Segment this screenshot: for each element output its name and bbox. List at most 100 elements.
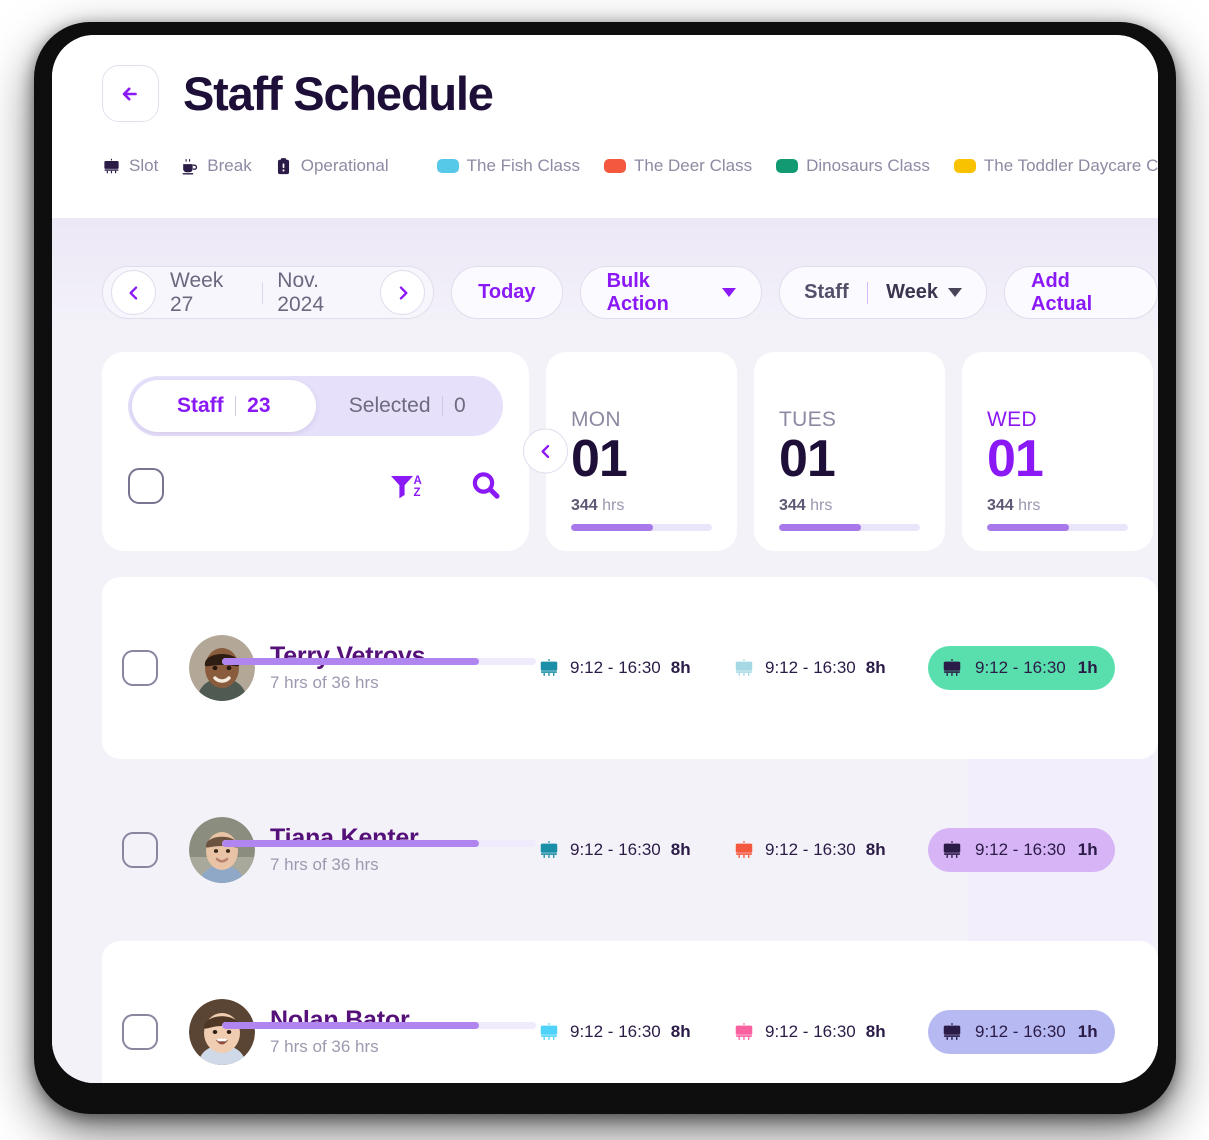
schedule-toolbar: Week 27 Nov. 2024 Today Bulk Action Staf… [52,218,1158,319]
today-button[interactable]: Today [451,266,563,319]
bulk-action-dropdown[interactable]: Bulk Action [579,266,763,319]
table-row[interactable]: Terry Vetrovs 7 hrs of 36 hrs 9:12 - 16:… [102,576,1158,759]
person-progress-bar [222,657,536,665]
legend-item-class-deer[interactable]: The Deer Class [603,156,752,176]
legend-item-class-toddler-daycare[interactable]: The Toddler Daycare Class [953,156,1158,176]
add-actual-button[interactable]: Add Actual [1004,266,1158,319]
shift-time: 9:12 - 16:30 [975,657,1066,677]
shift-duration: 8h [670,839,691,859]
class-color-swatch [953,159,976,173]
chevron-right-icon [399,285,408,300]
shift-cell-wed[interactable]: 9:12 - 16:30 1h [919,941,1115,1083]
shift-chip[interactable]: 9:12 - 16:30 1h [928,827,1115,872]
class-color-swatch [603,159,626,173]
row-shift-cells: 9:12 - 16:30 8h 9:12 - 16:30 8h 9:12 - 1… [529,759,1158,941]
legend-label: The Toddler Daycare Class [983,156,1158,175]
back-button[interactable] [102,65,159,122]
person-hours: 7 hrs of 36 hrs [270,855,379,875]
table-row[interactable]: Tiana Kenter 7 hrs of 36 hrs 9:12 - 16:3… [102,759,1158,941]
easel-icon [735,1022,753,1040]
add-actual-label: Add Actual [1031,269,1093,315]
avatar [189,998,255,1065]
shift-cell-wed[interactable]: 9:12 - 16:30 1h [919,759,1115,941]
clipboard-icon [277,157,289,174]
month-label: Nov. 2024 [277,268,324,316]
legend-item-class-dinosaurs[interactable]: Dinosaurs Class [776,156,930,176]
easel-icon [943,840,961,858]
easel-icon [540,840,558,858]
day-hours-value: 344 [571,496,598,514]
row-checkbox[interactable] [122,1013,158,1050]
filter-az-icon: A Z [391,475,422,499]
tab-selected[interactable]: Selected 0 [316,380,500,432]
day-name: MON [571,408,621,431]
legend-item-operational[interactable]: Operational [274,156,389,176]
shift-duration: 1h [1077,657,1098,677]
person-progress-bar [222,1021,536,1029]
shift-duration: 1h [1077,1021,1098,1041]
day-card-mon[interactable]: MON 01 344 hrs [523,352,737,551]
shift-cell-tues[interactable]: 9:12 - 16:30 8h [724,577,919,759]
shift-chip[interactable]: 9:12 - 16:30 1h [928,1009,1115,1054]
day-name: TUES [779,408,837,431]
bulk-action-label: Bulk Action [606,269,669,315]
day-name: WED [987,408,1037,431]
filter-sort-button[interactable]: A Z [389,471,427,501]
person-name: Terry Vetrovs [270,641,426,670]
day-hours: 344 hrs [779,497,920,515]
row-checkbox[interactable] [122,831,158,868]
shift-duration: 1h [1077,839,1098,859]
view-selector[interactable]: Staff Week [779,266,988,319]
shift-cell-tues[interactable]: 9:12 - 16:30 8h [724,941,919,1083]
legend-item-class-fish[interactable]: The Fish Class [436,156,580,176]
class-color-swatch [776,159,799,173]
shift-chip[interactable]: 9:12 - 16:30 8h [733,828,886,872]
tab-staff[interactable]: Staff 23 [132,380,316,432]
shift-cell-mon[interactable]: 9:12 - 16:30 8h [529,577,724,759]
svg-text:A: A [414,475,422,487]
avatar-image [189,998,255,1065]
shift-chip[interactable]: 9:12 - 16:30 1h [928,645,1115,690]
title-row: Staff Schedule [52,65,1158,122]
search-button[interactable] [469,469,503,503]
legend-label: Operational [300,156,389,175]
avatar [189,816,255,883]
select-all-checkbox[interactable] [128,468,164,504]
staff-selected-tabs: Staff 23 Selected 0 [128,376,503,436]
shift-cell-tues[interactable]: 9:12 - 16:30 8h [724,759,919,941]
staff-tools: A Z [128,462,503,510]
legend-item-slot[interactable]: Slot [102,156,158,176]
shift-cell-wed[interactable]: 9:12 - 16:30 1h [919,577,1115,759]
shift-chip[interactable]: 9:12 - 16:30 8h [538,646,691,690]
legend-label: The Fish Class [466,156,580,175]
prev-week-button[interactable] [111,270,156,315]
tab-count: 0 [454,394,466,417]
avatar-image [189,634,255,701]
legend-item-break[interactable]: Break [180,156,252,176]
shift-time: 9:12 - 16:30 [975,839,1066,859]
chevron-down-icon [948,288,963,297]
next-week-button[interactable] [380,270,426,315]
day-progress-bar [779,523,920,531]
shift-chip[interactable]: 9:12 - 16:30 8h [733,1010,886,1054]
day-number: 01 [779,430,836,488]
search-icon [472,472,500,499]
shift-chip[interactable]: 9:12 - 16:30 8h [733,646,886,690]
row-checkbox[interactable] [122,649,158,686]
shift-time: 9:12 - 16:30 [570,1021,661,1041]
day-card-wed[interactable]: WED 01 344 hrs [962,352,1153,551]
shift-time: 9:12 - 16:30 [570,839,661,859]
shift-cell-mon[interactable]: 9:12 - 16:30 8h [529,941,724,1083]
table-row[interactable]: Nolan Bator 7 hrs of 36 hrs 9:12 - 16:30… [102,940,1158,1083]
day-card-tues[interactable]: TUES 01 344 hrs [754,352,945,551]
divider [441,396,444,416]
shift-duration: 8h [865,839,886,859]
prev-day-button[interactable] [523,428,568,474]
day-hours-unit: hrs [810,496,833,514]
shift-cell-mon[interactable]: 9:12 - 16:30 8h [529,759,724,941]
page-title: Staff Schedule [183,67,494,120]
shift-chip[interactable]: 9:12 - 16:30 8h [538,1010,691,1054]
tab-label: Staff [176,394,224,417]
legend-label: Slot [129,156,159,175]
shift-chip[interactable]: 9:12 - 16:30 8h [538,828,691,872]
